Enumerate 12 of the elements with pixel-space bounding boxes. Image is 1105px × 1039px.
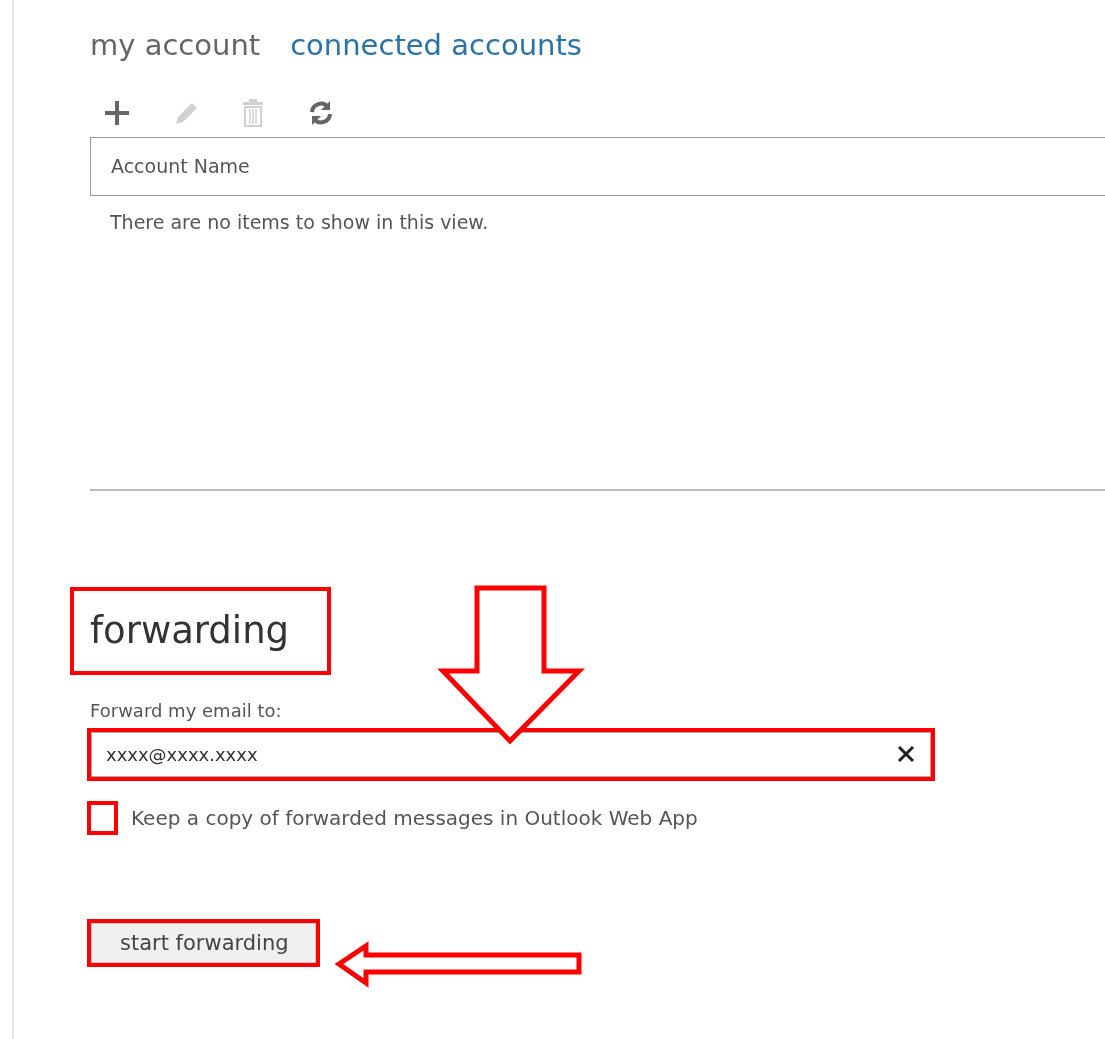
tab[interactable]: my account [90,28,261,63]
start-forwarding-button[interactable]: start forwarding [91,923,316,963]
section-heading: forwarding [90,608,290,655]
column-header[interactable]: Account Name [111,152,250,181]
left-arrow-icon [334,941,582,988]
field-label: Forward my email to: [90,699,283,724]
tab[interactable]: connected accounts [290,28,582,63]
checkbox[interactable] [87,801,118,836]
email-field[interactable]: xxxx@xxxx.xxxx [91,732,931,778]
empty-message: There are no items to show in this view. [110,209,490,235]
clear-icon[interactable] [897,745,915,764]
checkbox-label: Keep a copy of forwarded messages in Outlook Web App [131,805,698,833]
